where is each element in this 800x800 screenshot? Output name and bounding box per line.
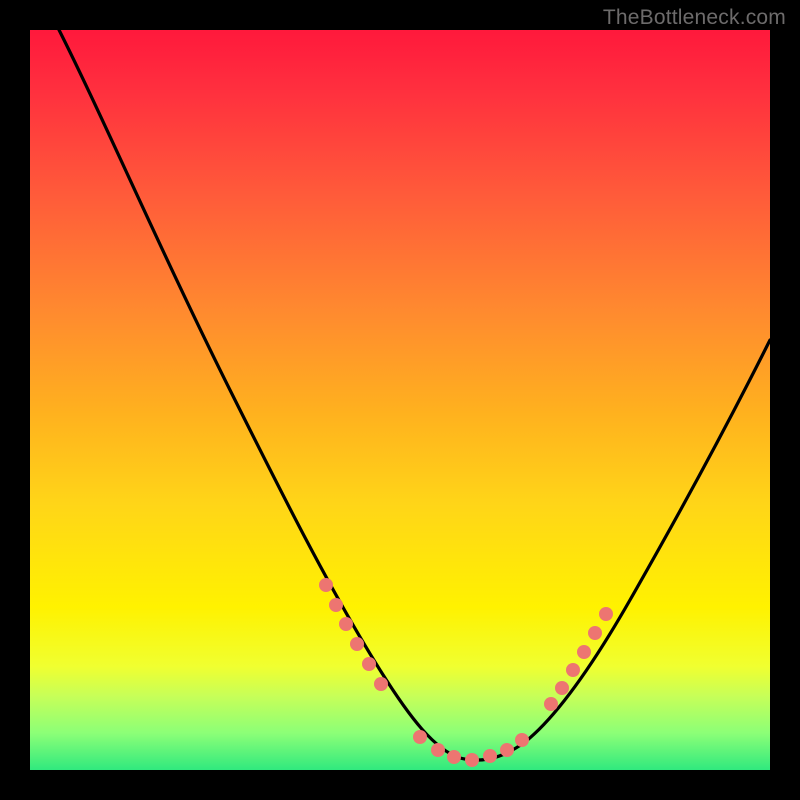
watermark-label: TheBottleneck.com [603,6,786,30]
curve-path [55,22,770,760]
chart-stage: TheBottleneck.com [0,0,800,800]
highlight-dots [319,578,613,767]
plot-area [30,30,770,770]
bottleneck-curve [30,30,770,770]
